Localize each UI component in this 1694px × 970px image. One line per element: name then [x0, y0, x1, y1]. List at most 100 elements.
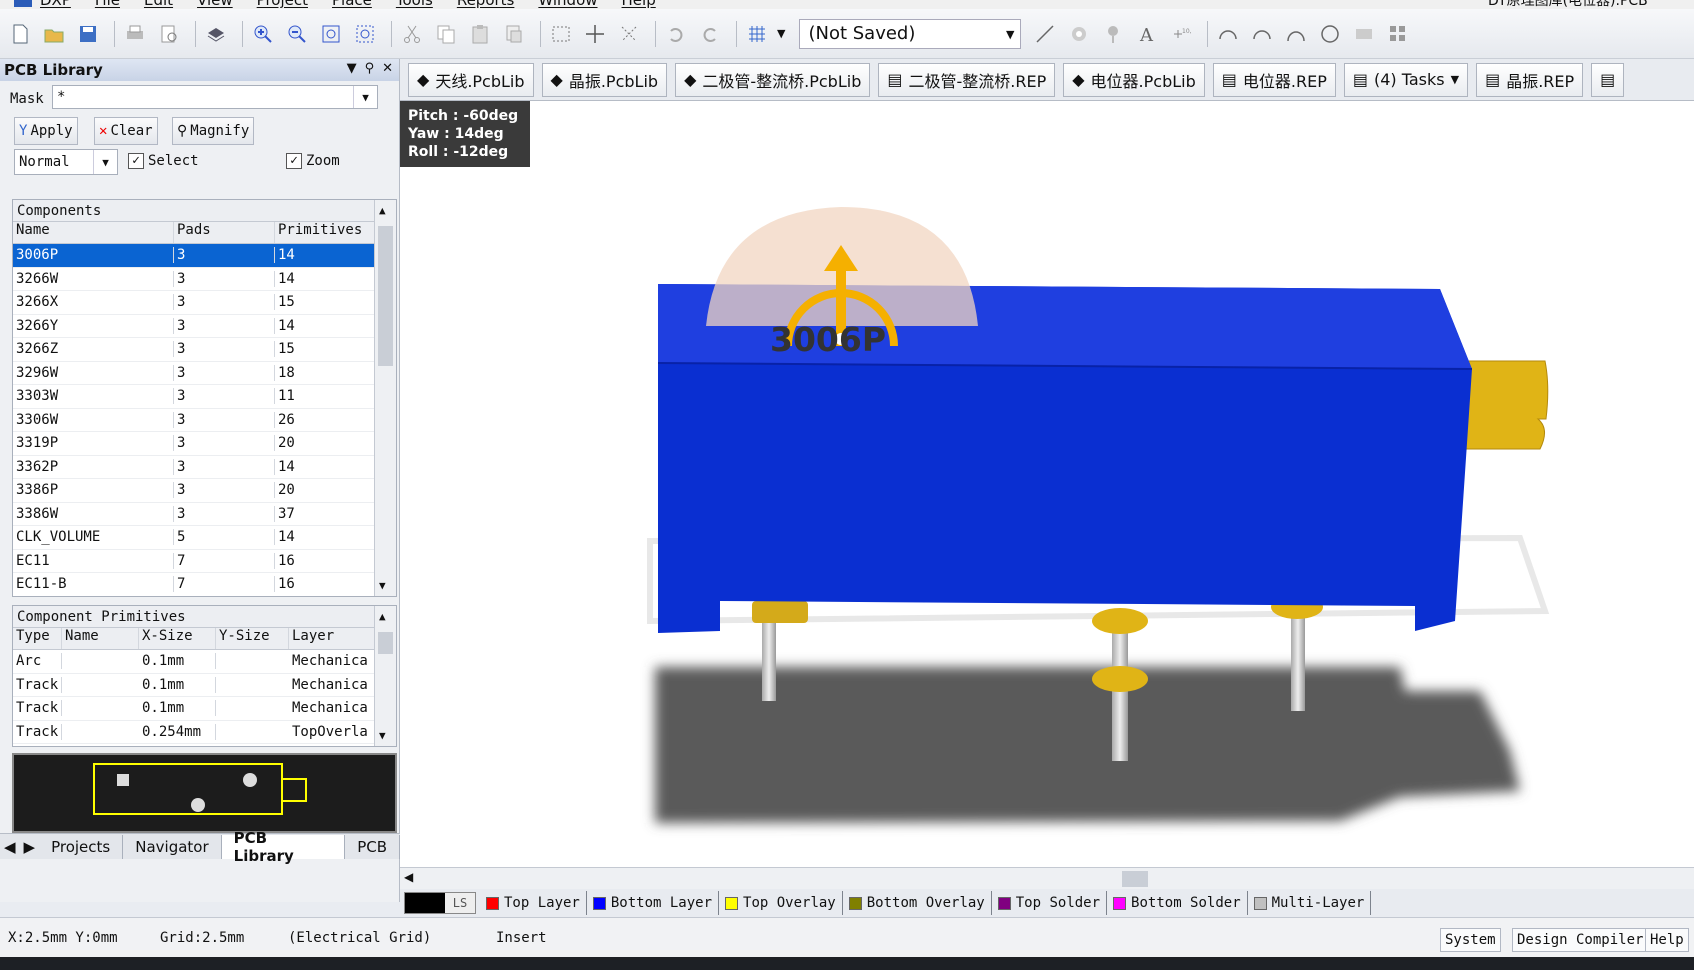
- scroll-up-icon[interactable]: ▲: [379, 204, 386, 217]
- print-preview-icon[interactable]: [155, 20, 183, 48]
- pad-icon[interactable]: [1065, 20, 1093, 48]
- layer-tab-bottom-solder[interactable]: Bottom Solder: [1107, 891, 1248, 915]
- apply-button[interactable]: Y Apply: [14, 117, 78, 145]
- primitive-row[interactable]: Track 0.1mm Mechanica: [13, 674, 396, 697]
- undo-icon[interactable]: [662, 20, 690, 48]
- primitive-row[interactable]: Track 0.254mm TopOverla: [13, 721, 396, 744]
- text-icon[interactable]: A: [1133, 20, 1161, 48]
- doc-tab-tasks[interactable]: ▤ (4) Tasks ▼: [1343, 62, 1469, 97]
- save-icon[interactable]: [74, 20, 102, 48]
- line-icon[interactable]: [1031, 20, 1059, 48]
- tab-projects[interactable]: Projects: [39, 834, 124, 859]
- zoom-out-icon[interactable]: [283, 20, 311, 48]
- component-row[interactable]: 3266X 3 15: [13, 291, 396, 315]
- menu-reports[interactable]: Reports: [457, 0, 515, 9]
- tab-scroll-right-icon[interactable]: ▶: [20, 838, 40, 856]
- menu-window[interactable]: Window: [538, 0, 597, 9]
- new-icon[interactable]: [6, 20, 34, 48]
- menu-file[interactable]: File: [95, 0, 120, 9]
- layer-tab-top-layer[interactable]: Top Layer: [480, 891, 587, 915]
- menu-place[interactable]: Place: [332, 0, 372, 9]
- tab-scroll-left-icon[interactable]: ◀: [0, 838, 20, 856]
- fill-icon[interactable]: [1350, 20, 1378, 48]
- scroll-down-icon[interactable]: ▼: [379, 729, 386, 742]
- circle-icon[interactable]: [1316, 20, 1344, 48]
- open-icon[interactable]: [40, 20, 68, 48]
- scroll-left-icon[interactable]: ◀: [404, 870, 413, 884]
- tab-pcb[interactable]: PCB: [345, 834, 400, 859]
- arc-any-icon[interactable]: [1282, 20, 1310, 48]
- coordinate-icon[interactable]: 10,10: [1167, 20, 1195, 48]
- scroll-thumb[interactable]: [1122, 871, 1148, 887]
- col-name[interactable]: Name: [13, 222, 174, 243]
- doc-tab-crystal-rep[interactable]: ▤ 晶振.REP: [1476, 62, 1584, 97]
- component-row[interactable]: 3296W 3 18: [13, 362, 396, 385]
- panel-menu-icon[interactable]: ▼: [347, 61, 357, 76]
- component-row[interactable]: CLK_VOLUME 5 14: [13, 526, 396, 550]
- col-name[interactable]: Name: [62, 628, 139, 649]
- scroll-up-icon[interactable]: ▲: [379, 610, 386, 623]
- rubber-stamp-icon[interactable]: [500, 20, 528, 48]
- grid-dropdown-icon[interactable]: ▼: [777, 27, 785, 40]
- layer-set-button[interactable]: LS: [404, 892, 476, 914]
- zoom-checkbox[interactable]: ✓ Zoom: [286, 153, 340, 169]
- clear-button[interactable]: ✕ Clear: [94, 117, 158, 145]
- component-row[interactable]: 3006P 3 14: [13, 244, 396, 268]
- zoom-in-icon[interactable]: [249, 20, 277, 48]
- cut-icon[interactable]: [398, 20, 426, 48]
- doc-tab-potentiometer-pcblib[interactable]: ◆ 电位器.PcbLib: [1063, 62, 1205, 97]
- doc-tab-antenna-pcblib[interactable]: ◆ 天线.PcbLib: [408, 62, 534, 97]
- menu-tools[interactable]: Tools: [396, 0, 433, 9]
- component-row[interactable]: 3386W 3 37: [13, 503, 396, 526]
- col-pads[interactable]: Pads: [174, 222, 275, 243]
- doc-tab-potentiometer-rep[interactable]: ▤ 电位器.REP: [1212, 62, 1336, 97]
- primitive-row[interactable]: Track 0.1mm Mechanica: [13, 697, 396, 721]
- paste-icon[interactable]: [466, 20, 494, 48]
- menu-project[interactable]: Project: [257, 0, 308, 9]
- zoom-fit-icon[interactable]: [317, 20, 345, 48]
- tab-navigator[interactable]: Navigator: [123, 834, 222, 859]
- primitive-row[interactable]: Arc 0.1mm Mechanica: [13, 650, 396, 674]
- help-button[interactable]: Help: [1645, 928, 1689, 952]
- menu-edit[interactable]: Edit: [144, 0, 173, 9]
- system-button[interactable]: System: [1440, 928, 1501, 952]
- components-scrollbar[interactable]: ▲ ▼: [374, 200, 396, 596]
- menu-dxp[interactable]: DXP: [40, 0, 71, 9]
- col-ysize[interactable]: Y-Size: [216, 628, 289, 649]
- component-row[interactable]: 3266W 3 14: [13, 268, 396, 291]
- magnify-button[interactable]: ⚲ Magnify: [172, 117, 255, 145]
- primitives-scrollbar[interactable]: ▲ ▼: [374, 606, 396, 746]
- component-row[interactable]: FADER75-6817: [13, 597, 396, 598]
- component-row[interactable]: 3386P 3 20: [13, 479, 396, 503]
- scroll-thumb[interactable]: [378, 226, 393, 366]
- via-icon[interactable]: [1099, 20, 1127, 48]
- col-type[interactable]: Type: [13, 628, 62, 649]
- col-primitives[interactable]: Primitives: [275, 222, 375, 243]
- copy-icon[interactable]: [432, 20, 460, 48]
- menu-help[interactable]: Help: [622, 0, 656, 9]
- viewport-hscrollbar[interactable]: ◀: [400, 867, 1694, 889]
- select-area-icon[interactable]: [547, 20, 575, 48]
- 3d-layer-icon[interactable]: [202, 20, 230, 48]
- arc-center-icon[interactable]: [1214, 20, 1242, 48]
- array-paste-icon[interactable]: [1384, 20, 1412, 48]
- design-compiler-button[interactable]: Design Compiler: [1512, 928, 1649, 952]
- pcb-3d-viewport[interactable]: Pitch : -60deg Yaw : 14deg Roll : -12deg: [400, 101, 1694, 867]
- col-xsize[interactable]: X-Size: [139, 628, 216, 649]
- grid-icon[interactable]: [743, 20, 771, 48]
- scroll-thumb[interactable]: [378, 632, 393, 654]
- component-row[interactable]: EC11-B 7 16: [13, 573, 396, 596]
- component-row[interactable]: 3303W 3 11: [13, 385, 396, 409]
- redo-icon[interactable]: [696, 20, 724, 48]
- layer-tab-bottom-layer[interactable]: Bottom Layer: [587, 891, 720, 915]
- scroll-down-icon[interactable]: ▼: [379, 579, 386, 592]
- arc-edge-icon[interactable]: [1248, 20, 1276, 48]
- chevron-down-icon[interactable]: ▼: [353, 86, 377, 108]
- zoom-selected-icon[interactable]: [351, 20, 379, 48]
- component-row[interactable]: 3362P 3 14: [13, 456, 396, 479]
- component-row[interactable]: 3306W 3 26: [13, 409, 396, 432]
- component-row[interactable]: EC11 7 16: [13, 550, 396, 573]
- tab-pcb-library[interactable]: PCB Library: [221, 829, 346, 865]
- print-icon[interactable]: [121, 20, 149, 48]
- component-row[interactable]: 3266Z 3 15: [13, 338, 396, 362]
